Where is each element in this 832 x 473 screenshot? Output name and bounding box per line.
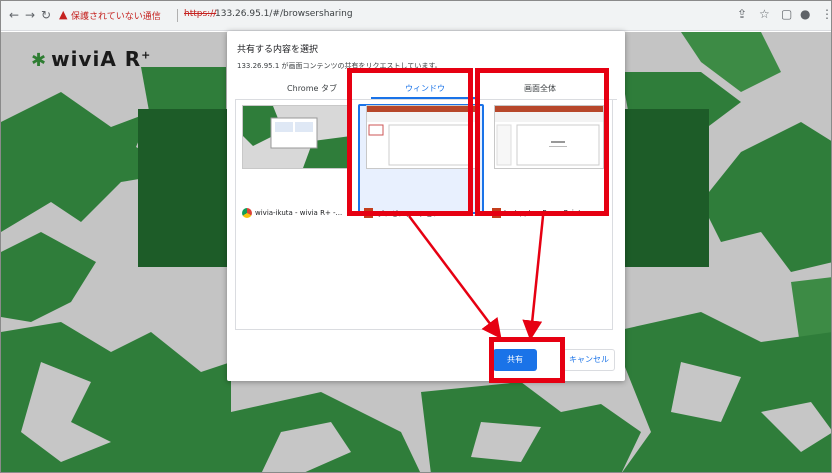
- chrome-tab-label[interactable]: wivia-ikuta - wivia R+ -...: [255, 209, 355, 217]
- test-pptx-thumbnail[interactable]: [494, 105, 604, 169]
- security-warning[interactable]: 保護されていない通信: [71, 9, 161, 22]
- presentation-label[interactable]: プレゼンテーション1 - Powe...: [377, 209, 479, 219]
- reload-icon[interactable]: ↻: [41, 8, 51, 22]
- presentation-thumbnail[interactable]: [366, 105, 476, 169]
- tab-entire-screen[interactable]: 画面全体: [485, 83, 595, 94]
- url-scheme[interactable]: https://: [184, 9, 216, 19]
- address-bar-url[interactable]: 133.26.95.1/#/browsersharing: [215, 9, 353, 19]
- app-logo: ✱ wiviA R+: [31, 47, 151, 71]
- logo-text: wiviA R: [51, 47, 142, 71]
- cancel-button[interactable]: キャンセル: [563, 349, 615, 371]
- warning-icon: ▲: [59, 8, 68, 21]
- url-separator: [177, 9, 178, 22]
- chrome-tab-thumbnail[interactable]: [242, 105, 352, 169]
- powerpoint-icon: [364, 208, 373, 218]
- powerpoint-icon-2: [492, 208, 501, 218]
- sidebar-icon[interactable]: ▢: [781, 7, 792, 21]
- active-tab-indicator: [371, 97, 479, 99]
- browser-toolbar: ← → ↻ ▲ 保護されていない通信 https:// 133.26.95.1/…: [1, 1, 831, 31]
- dialog-title: 共有する内容を選択: [237, 45, 319, 55]
- back-icon[interactable]: ←: [9, 8, 19, 22]
- tab-chrome-tab[interactable]: Chrome タブ: [257, 83, 367, 94]
- logo-star-icon: ✱: [31, 50, 48, 71]
- share-page-icon[interactable]: ⇪: [737, 7, 747, 21]
- dialog-subtitle: 133.26.95.1 が画面コンテンツの共有をリクエストしています。: [237, 62, 442, 70]
- share-dialog: 共有する内容を選択 133.26.95.1 が画面コンテンツの共有をリクエストし…: [227, 31, 625, 381]
- test-pptx-preview: [495, 106, 603, 168]
- share-button[interactable]: 共有: [493, 349, 537, 371]
- presentation-preview: [367, 106, 475, 168]
- profile-icon[interactable]: ●: [800, 7, 810, 21]
- menu-icon[interactable]: ⋮: [821, 7, 831, 21]
- bookmark-star-icon[interactable]: ☆: [759, 7, 770, 21]
- source-list: wivia-ikuta - wivia R+ -... プレゼンテーション1 -…: [235, 100, 613, 330]
- screenshot-frame: ← → ↻ ▲ 保護されていない通信 https:// 133.26.95.1/…: [0, 0, 832, 473]
- chrome-tab-preview: [243, 106, 351, 168]
- test-pptx-label[interactable]: test.pptx - PowerPoint: [504, 209, 608, 217]
- chrome-logo-icon: [242, 208, 252, 218]
- forward-icon[interactable]: →: [25, 8, 35, 22]
- logo-sup: +: [141, 48, 152, 62]
- tab-window[interactable]: ウィンドウ: [371, 83, 479, 94]
